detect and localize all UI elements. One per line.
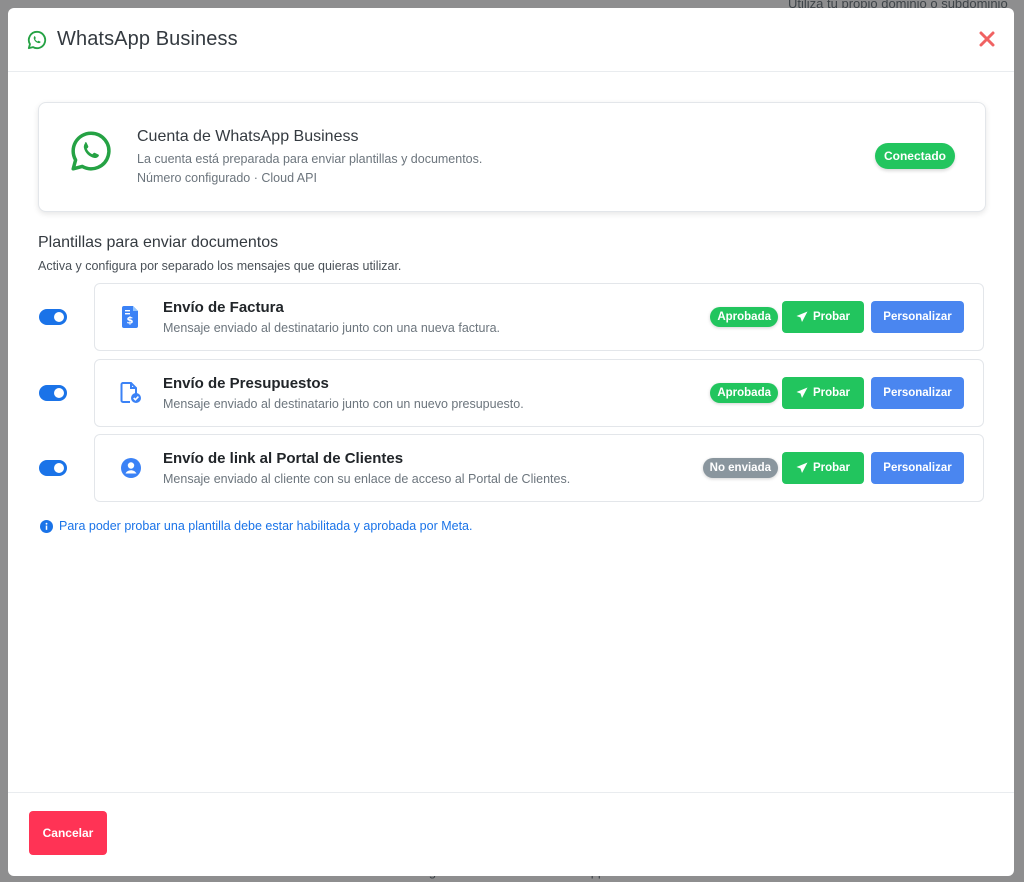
modal-header: WhatsApp Business: [8, 8, 1014, 72]
test-button-label: Probar: [812, 387, 851, 399]
status-badge: Aprobada: [710, 307, 778, 327]
invoice-icon: $: [120, 306, 142, 328]
quote-icon: [120, 382, 142, 404]
whatsapp-business-modal: WhatsApp Business Cuenta de WhatsApp Bus…: [8, 8, 1014, 876]
account-subtitle: Número configurado · Cloud API: [137, 171, 317, 185]
template-title: Envío de Presupuestos: [163, 375, 329, 392]
account-description: La cuenta está preparada para enviar pla…: [137, 152, 483, 166]
account-card: Cuenta de WhatsApp Business La cuenta es…: [38, 102, 986, 212]
template-title: Envío de link al Portal de Clientes: [163, 450, 404, 467]
template-card: Envío de Presupuestos Mensaje enviado al…: [94, 359, 984, 427]
status-badge: No enviada: [702, 458, 778, 478]
send-icon: [796, 387, 808, 398]
svg-text:$: $: [127, 316, 134, 327]
connection-status-badge: Conectado: [874, 143, 955, 169]
templates-section-description: Activa y configura por separado los mens…: [38, 259, 402, 273]
test-button[interactable]: Probar: [782, 452, 864, 484]
modal-title: WhatsApp Business: [57, 28, 238, 50]
close-icon[interactable]: [976, 28, 998, 50]
template-title: Envío de Factura: [163, 299, 284, 316]
whatsapp-logo-icon: [69, 129, 113, 173]
status-badge: Aprobada: [710, 383, 778, 403]
send-icon: [796, 311, 808, 322]
template-row-client-portal: Envío de link al Portal de Clientes Mens…: [38, 434, 984, 502]
template-card: Envío de link al Portal de Clientes Mens…: [94, 434, 984, 502]
info-message: Para poder probar una plantilla debe est…: [40, 519, 472, 533]
invoice-template-toggle[interactable]: [39, 309, 67, 325]
test-button-label: Probar: [812, 311, 851, 323]
test-button[interactable]: Probar: [782, 301, 864, 333]
customize-button[interactable]: Personalizar: [871, 377, 964, 409]
info-text: Para poder probar una plantilla debe est…: [59, 519, 473, 533]
template-row-quote: Envío de Presupuestos Mensaje enviado al…: [38, 359, 984, 427]
customize-button[interactable]: Personalizar: [871, 301, 964, 333]
template-description: Mensaje enviado al destinatario junto co…: [163, 397, 524, 411]
modal-footer: Cancelar: [8, 792, 1014, 876]
test-button[interactable]: Probar: [782, 377, 864, 409]
template-card: $ Envío de Factura Mensaje enviado al de…: [94, 283, 984, 351]
whatsapp-icon: [27, 30, 47, 50]
account-title: Cuenta de WhatsApp Business: [137, 128, 359, 145]
template-description: Mensaje enviado al destinatario junto co…: [163, 321, 501, 335]
test-button-label: Probar: [812, 462, 851, 474]
user-circle-icon: [120, 457, 142, 479]
send-icon: [796, 462, 808, 473]
template-row-invoice: $ Envío de Factura Mensaje enviado al de…: [38, 283, 984, 351]
customize-button[interactable]: Personalizar: [871, 452, 964, 484]
info-icon: [40, 519, 53, 533]
quote-template-toggle[interactable]: [39, 385, 67, 401]
cancel-button[interactable]: Cancelar: [29, 811, 107, 855]
client-portal-template-toggle[interactable]: [39, 460, 67, 476]
templates-section-title: Plantillas para enviar documentos: [38, 234, 279, 251]
template-description: Mensaje enviado al cliente con su enlace…: [163, 472, 571, 486]
